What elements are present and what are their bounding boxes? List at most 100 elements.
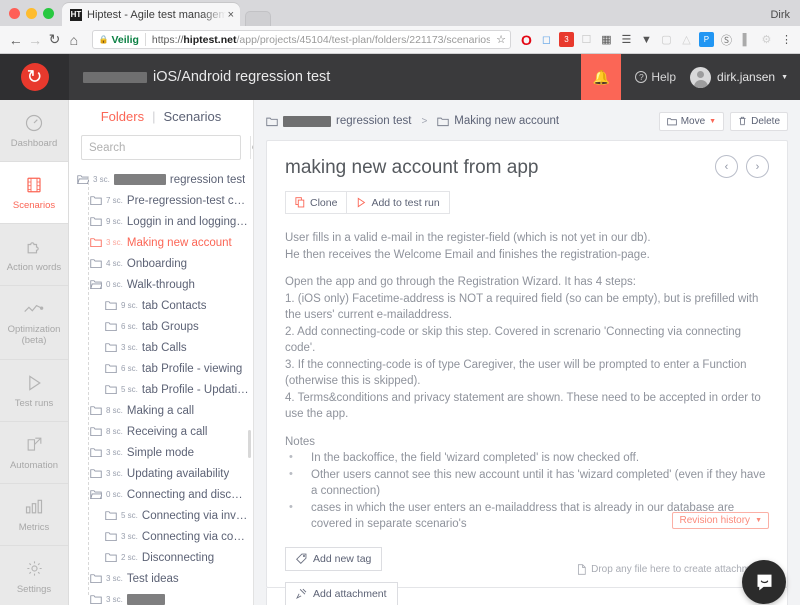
filmstrip-extension-icon[interactable]: ▦ [599, 32, 614, 47]
tree-item[interactable]: 5 sc.Connecting via invitat… [73, 505, 253, 526]
tree-item[interactable]: 8 sc. Receiving a call [73, 421, 253, 442]
blue-extension-icon[interactable]: P [698, 32, 714, 47]
clipboard-extension-icon[interactable]: ☰ [619, 32, 634, 47]
reload-icon[interactable]: ↻ [45, 31, 64, 48]
w-extension-icon[interactable]: Ⓢ [719, 32, 734, 47]
home-icon[interactable]: ⌂ [64, 32, 83, 48]
minimize-window-button[interactable] [26, 8, 37, 19]
tree-item-label: tab Profile - Updating … [141, 383, 249, 396]
tree-item[interactable]: 6 sc. tab Groups [73, 316, 253, 337]
tree-item[interactable]: 0 sc. Connecting and disconn… [73, 484, 253, 505]
window-user-label[interactable]: Dirk [770, 9, 790, 21]
browser-toolbar: ← → ↻ ⌂ 🔒 Veilig https://hiptest.net/app… [0, 26, 800, 54]
tree-item[interactable]: 3 sc. regression test [73, 169, 253, 190]
tree-item[interactable]: 8 sc. Making a call [73, 400, 253, 421]
revision-history-button[interactable]: Revision history ▼ [672, 512, 769, 529]
user-menu[interactable]: dirk.jansen ▼ [690, 66, 800, 88]
tree-item[interactable]: 9 sc. tab Contacts [73, 295, 253, 316]
tree-item[interactable]: 4 sc. Onboarding [73, 253, 253, 274]
sidebar-item-action-words[interactable]: Action words [0, 224, 68, 286]
intercom-chat-button[interactable] [742, 560, 786, 604]
sidebar-item-dashboard[interactable]: Dashboard [0, 100, 68, 162]
tree-item[interactable]: 3 sc. Updating availability [73, 463, 253, 484]
sidebar-item-scenarios[interactable]: Scenarios [0, 162, 68, 224]
scenario-pager: ‹ › [715, 155, 769, 178]
secure-label: Veilig [111, 33, 139, 46]
close-window-button[interactable] [9, 8, 20, 19]
breadcrumb-items: regression test > Making new account [266, 115, 559, 127]
folder-icon [90, 594, 102, 605]
add-attachment-label: Add attachment [313, 587, 387, 600]
sidebar-item-settings[interactable]: Settings [0, 546, 68, 605]
tree-item[interactable]: 3 sc. tab Calls [73, 337, 253, 358]
bar-chart-icon [24, 497, 44, 517]
shield-extension-icon[interactable]: ▼ [639, 32, 654, 47]
desc-p1-line1: User fills in a valid e-mail in the regi… [285, 232, 651, 244]
clone-button[interactable]: Clone [285, 191, 348, 214]
notifications-button[interactable]: 🔔 [581, 54, 622, 100]
chrome-menu-icon[interactable]: ⋮ [779, 32, 794, 47]
red-badge-extension-icon[interactable]: 3 [558, 32, 574, 47]
tree-item[interactable]: 3 sc. Making new account [73, 232, 253, 253]
add-attachment-button[interactable]: Add attachment [285, 581, 398, 605]
help-button[interactable]: ? Help [621, 70, 690, 84]
sidebar-item-optimization[interactable]: Optimization (beta) [0, 286, 68, 360]
tree-item[interactable]: 9 sc. Loggin in and logging o… [73, 211, 253, 232]
tree-item[interactable]: 3 sc.Connecting via conne… [73, 526, 253, 547]
add-new-tag-button[interactable]: Add new tag [285, 546, 383, 571]
revision-history-label: Revision history [679, 515, 751, 526]
window-extension-icon[interactable]: ☐ [579, 32, 594, 47]
tree-guideline [88, 177, 89, 595]
move-button[interactable]: Move ▼ [658, 111, 725, 131]
tree-item[interactable]: 7 sc. Pre-regression-test che… [73, 190, 253, 211]
bookmark-star-icon[interactable]: ☆ [490, 33, 506, 46]
tree-item[interactable]: 3 sc. Test ideas [73, 568, 253, 589]
sidebar-item-metrics[interactable]: Metrics [0, 484, 68, 546]
opera-extension-icon[interactable]: O [519, 32, 534, 48]
delete-button[interactable]: Delete [730, 111, 788, 131]
search-input[interactable] [82, 136, 250, 159]
tree-item-label: Receiving a call [126, 425, 208, 438]
tree-item[interactable]: 6 sc. tab Profile - viewing [73, 358, 253, 379]
tree-item[interactable]: 2 sc. Disconnecting [73, 547, 253, 568]
back-icon[interactable]: ← [6, 32, 25, 48]
tree-item[interactable]: 5 sc.tab Profile - Updating … [73, 379, 253, 400]
desc-paragraph-2: Open the app and go through the Registra… [285, 274, 769, 423]
browser-tab[interactable]: HT Hiptest - Agile test manageme × [62, 3, 240, 26]
window-controls[interactable] [0, 8, 62, 26]
next-scenario-button[interactable]: › [746, 155, 769, 178]
breadcrumb-root-label[interactable]: regression test [336, 115, 411, 127]
sidebar-label-action-words: Action words [6, 261, 62, 273]
tree-item-label: Simple mode [126, 446, 195, 459]
tree-item[interactable]: 3 sc. [73, 589, 253, 605]
tree-item-label: Making new account [126, 236, 232, 249]
tree-item[interactable]: 3 sc. Simple mode [73, 442, 253, 463]
address-bar[interactable]: 🔒 Veilig https://hiptest.net/app/project… [91, 30, 511, 49]
tree-scrollbar[interactable] [248, 430, 251, 458]
forward-icon[interactable]: → [25, 32, 44, 48]
hiptest-logo[interactable]: ↻ [0, 54, 69, 100]
previous-scenario-button[interactable]: ‹ [715, 155, 738, 178]
close-tab-icon[interactable]: × [228, 9, 234, 21]
chat-extension-icon[interactable]: ▢ [659, 32, 674, 47]
maximize-window-button[interactable] [43, 8, 54, 19]
sidebar-item-automation[interactable]: Automation [0, 422, 68, 484]
tab-separator: | [152, 109, 156, 124]
sidebar-item-test-runs[interactable]: Test runs [0, 360, 68, 422]
tab-folders[interactable]: Folders [101, 109, 144, 124]
tab-scenarios[interactable]: Scenarios [163, 109, 221, 124]
settings-extension-icon[interactable]: ⚙ [759, 32, 774, 47]
new-tab-button[interactable] [245, 11, 271, 26]
folder-move-icon [666, 117, 677, 125]
breadcrumb-actions: Move ▼ Delete [658, 111, 788, 131]
tree-item[interactable]: 0 sc. Walk-through [73, 274, 253, 295]
breadcrumb-current-label[interactable]: Making new account [454, 115, 559, 127]
add-to-test-run-button[interactable]: Add to test run [347, 191, 450, 214]
columns-extension-icon[interactable]: ▌ [739, 32, 754, 47]
cloud-extension-icon[interactable]: △ [679, 32, 694, 47]
tree-item-count: 3 sc. [93, 175, 110, 184]
sidebar-label-dashboard: Dashboard [10, 137, 58, 149]
frame-extension-icon[interactable]: ◻ [539, 32, 554, 47]
add-new-tag-label: Add new tag [313, 552, 372, 565]
pin-icon [296, 588, 307, 599]
